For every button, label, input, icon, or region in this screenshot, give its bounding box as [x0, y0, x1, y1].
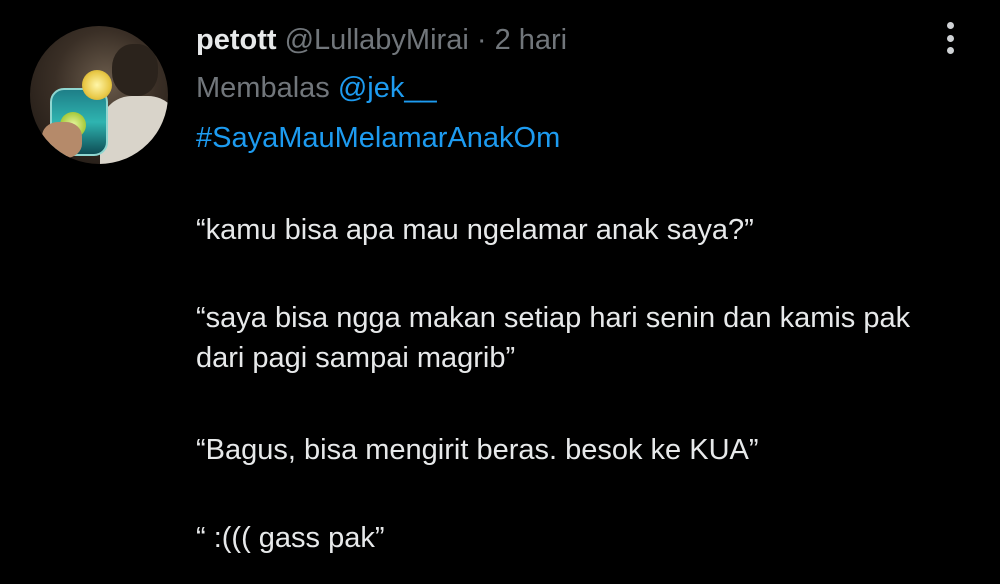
- more-dot: [946, 47, 954, 54]
- avatar-hand: [42, 122, 82, 158]
- tweet-paragraph: “saya bisa ngga makan setiap hari senin …: [196, 302, 911, 374]
- avatar-shirt: [100, 96, 168, 164]
- separator-dot: ·: [476, 24, 487, 56]
- tweet[interactable]: petott @LullabyMirai · 2 hari Membalas @…: [0, 0, 1000, 584]
- replying-prefix: Membalas: [196, 72, 338, 104]
- display-name[interactable]: petott: [196, 24, 277, 56]
- replying-to-handle[interactable]: @jek__: [338, 72, 437, 104]
- avatar-head: [112, 44, 158, 96]
- tweet-paragraph: “ :((( gass pak”: [196, 522, 385, 554]
- user-handle[interactable]: @LullabyMirai: [285, 24, 469, 56]
- avatar-lemon: [82, 70, 112, 100]
- avatar[interactable]: [30, 26, 168, 164]
- tweet-paragraph: “kamu bisa apa mau ngelamar anak saya?”: [196, 214, 754, 246]
- more-dot: [946, 34, 954, 42]
- tweet-paragraph: “Bagus, bisa mengirit beras. besok ke KU…: [196, 434, 759, 466]
- tweet-header: petott @LullabyMirai · 2 hari: [196, 22, 567, 58]
- hashtag-link[interactable]: #SayaMauMelamarAnakOm: [196, 120, 560, 156]
- more-dot: [946, 22, 954, 29]
- more-vertical-icon[interactable]: [940, 20, 960, 56]
- timestamp[interactable]: 2 hari: [495, 24, 568, 56]
- replying-to: Membalas @jek__: [196, 70, 437, 106]
